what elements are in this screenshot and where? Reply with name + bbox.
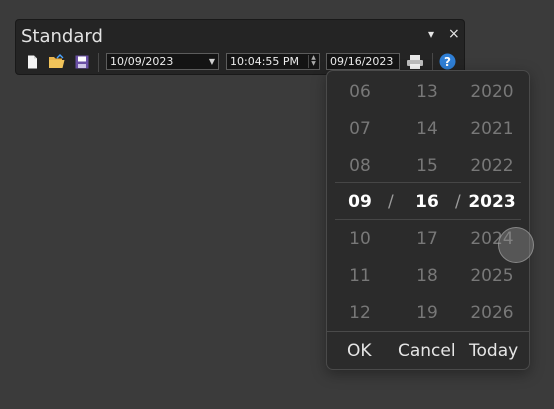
date-picker-flyout: 06 07 08 09 10 11 12 / 13 14 15 16 17 18… — [326, 70, 530, 370]
touch-pointer-indicator — [498, 227, 534, 263]
year-item-selected[interactable]: 2023 — [462, 192, 522, 212]
date-separator: / — [388, 192, 394, 212]
date-combo-value: 10/09/2023 — [110, 55, 174, 68]
day-item[interactable]: 15 — [397, 156, 457, 176]
date-field[interactable]: 09/16/2023 — [326, 53, 400, 70]
print-icon[interactable] — [406, 54, 424, 70]
year-item[interactable]: 2022 — [462, 156, 522, 176]
toolbar-menu-button[interactable]: ▾ — [428, 27, 434, 41]
toolbar-close-button[interactable]: × — [448, 27, 460, 41]
date-combo[interactable]: 10/09/2023 ▼ — [106, 53, 219, 70]
date-field-value: 09/16/2023 — [330, 55, 394, 68]
year-item[interactable]: 2020 — [462, 82, 522, 102]
day-item[interactable]: 14 — [397, 119, 457, 139]
month-item[interactable]: 12 — [330, 303, 390, 323]
month-item[interactable]: 06 — [330, 82, 390, 102]
day-item[interactable]: 13 — [397, 82, 457, 102]
day-item[interactable]: 19 — [397, 303, 457, 323]
month-item[interactable]: 07 — [330, 119, 390, 139]
cancel-button[interactable]: Cancel — [398, 339, 456, 363]
help-icon[interactable]: ? — [439, 53, 456, 70]
today-button[interactable]: Today — [469, 339, 518, 363]
day-item-selected[interactable]: 16 — [397, 192, 457, 212]
day-item[interactable]: 18 — [397, 266, 457, 286]
time-spinner[interactable]: ▲ ▼ — [308, 55, 318, 68]
month-item-selected[interactable]: 09 — [330, 192, 390, 212]
time-field[interactable]: 10:04:55 PM ▲ ▼ — [226, 53, 320, 70]
selection-bottom-line — [335, 219, 521, 220]
month-item[interactable]: 10 — [330, 229, 390, 249]
time-field-value: 10:04:55 PM — [230, 55, 300, 68]
chevron-down-icon[interactable]: ▼ — [209, 54, 215, 69]
footer-divider — [327, 331, 529, 332]
selection-top-line — [335, 182, 521, 183]
year-item[interactable]: 2026 — [462, 303, 522, 323]
svg-text:?: ? — [444, 55, 451, 69]
save-icon[interactable] — [74, 54, 90, 70]
year-item[interactable]: 2025 — [462, 266, 522, 286]
toolbar-title: Standard — [21, 26, 103, 47]
month-item[interactable]: 08 — [330, 156, 390, 176]
standard-toolbar: Standard ▾ × 10/09/2023 ▼ 10:04:55 PM ▲ … — [15, 19, 465, 75]
toolbar-separator — [98, 53, 99, 72]
new-document-icon[interactable] — [24, 54, 40, 70]
year-item[interactable]: 2021 — [462, 119, 522, 139]
day-item[interactable]: 17 — [397, 229, 457, 249]
date-separator: / — [455, 192, 461, 212]
month-item[interactable]: 11 — [330, 266, 390, 286]
spin-down-icon[interactable]: ▼ — [309, 61, 318, 67]
open-folder-icon[interactable] — [48, 54, 66, 70]
ok-button[interactable]: OK — [347, 339, 372, 363]
